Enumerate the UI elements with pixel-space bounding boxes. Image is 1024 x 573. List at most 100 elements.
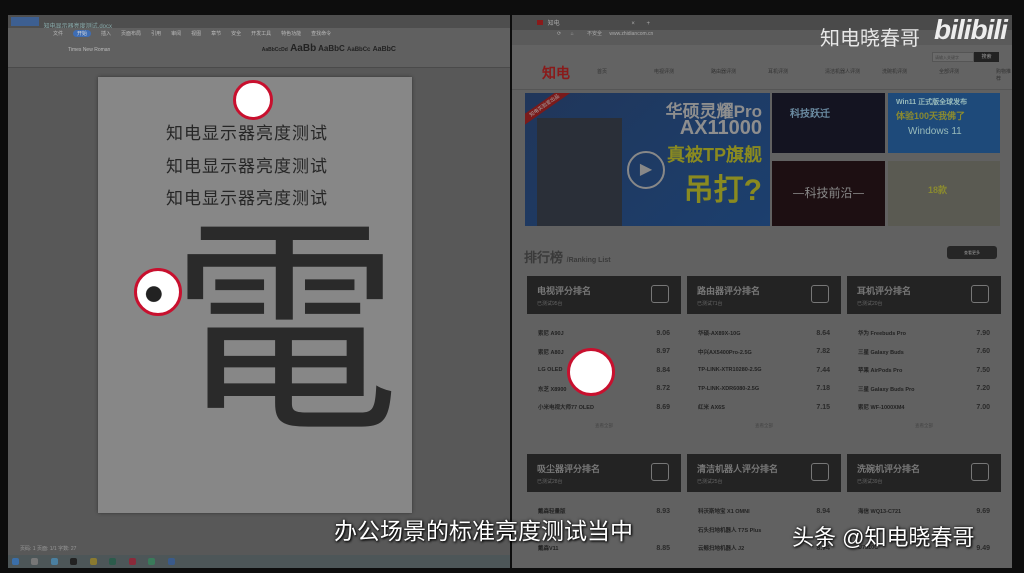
ranking-row[interactable]: 小米电视大师77 OLED 8.69 xyxy=(527,398,681,417)
ribbon-tab[interactable]: 插入 xyxy=(101,30,111,37)
site-logo[interactable]: 知电 xyxy=(542,63,570,83)
nav-link[interactable]: 洗碗机评测 xyxy=(882,68,907,75)
banner-products[interactable]: 18款 xyxy=(888,161,1000,226)
home-icon[interactable]: ⌂ xyxy=(571,31,574,37)
ranking-row[interactable]: 三星 Galaxy Buds Pro 7.20 xyxy=(847,380,1001,399)
ribbon-tab[interactable]: 查找命令 xyxy=(311,30,331,37)
nav-link[interactable]: 首页 xyxy=(597,68,607,75)
browser-tab[interactable]: 知电 xyxy=(548,21,560,27)
ranking-row[interactable]: 华为 Freebuds Pro 7.90 xyxy=(847,324,1001,343)
home-tab[interactable] xyxy=(11,17,39,26)
font-name-select[interactable]: Times New Roman xyxy=(68,47,110,53)
ribbon-tab[interactable]: 视图 xyxy=(191,30,201,37)
ranking-row[interactable]: 海信 WQ13-C721 9.69 xyxy=(847,502,1001,521)
nav-link[interactable]: 耳机评测 xyxy=(768,68,788,75)
edge-icon[interactable] xyxy=(50,558,58,565)
steam-icon[interactable] xyxy=(70,558,78,565)
search-icon[interactable] xyxy=(31,558,39,565)
click-marker xyxy=(567,348,615,396)
security-label[interactable]: 不安全 xyxy=(587,31,602,37)
product-score: 7.20 xyxy=(976,385,990,393)
card-header[interactable]: 吸尘器评分排名 已测试28台 xyxy=(527,454,681,492)
nav-link[interactable]: 路由器评测 xyxy=(711,68,736,75)
ribbon-tab[interactable]: 页面布局 xyxy=(121,30,141,37)
banner-tech-leap[interactable]: 科技跃迁 xyxy=(772,93,885,153)
start-icon[interactable] xyxy=(12,558,19,565)
nav-link[interactable]: 电视评测 xyxy=(654,68,674,75)
style-heading-2[interactable]: AaBbC xyxy=(318,44,345,53)
ranking-row[interactable]: 中兴AX5400Pro-2.5G 7.82 xyxy=(687,343,841,362)
product-score: 7.15 xyxy=(816,403,830,411)
product-name: 索尼 WF-1000XM4 xyxy=(858,405,905,412)
ranking-more-button[interactable]: 查看更多 xyxy=(947,246,997,259)
ranking-row[interactable]: 科沃斯地宝 X1 OMNI 8.94 xyxy=(687,502,841,521)
ranking-row[interactable]: 红米 AX6S 7.15 xyxy=(687,398,841,417)
product-score: 7.50 xyxy=(976,366,990,374)
ribbon-tab[interactable]: 引用 xyxy=(151,30,161,37)
product-score: 8.84 xyxy=(656,366,670,374)
banner-win11[interactable]: Win11 正式版全球发布 体验100天我佛了 Windows 11 xyxy=(888,93,1000,153)
app-icon[interactable] xyxy=(128,558,136,565)
product-name: TP-LINK-XTR10280-2.5G xyxy=(698,367,762,374)
ribbon-tab[interactable]: 开始 xyxy=(73,30,92,37)
nav-link[interactable]: 购物推荐 xyxy=(996,68,1012,82)
ranking-row[interactable]: 索尼 A90J 9.06 xyxy=(527,324,681,343)
view-all-link[interactable]: 查看全部 xyxy=(687,423,841,429)
ranking-title: 排行榜 xyxy=(524,250,564,265)
product-score: 7.60 xyxy=(976,348,990,356)
robot-vacuum-icon xyxy=(811,463,829,481)
url-text[interactable]: www.zhidiancom.cn xyxy=(609,31,653,37)
ranking-row[interactable]: 苹果 AirPods Pro 7.50 xyxy=(847,361,1001,380)
banner-tech-frontier[interactable]: —科技前沿— xyxy=(772,161,885,226)
product-name: 石头扫地机器人 T7S Plus xyxy=(698,527,762,534)
view-all-link[interactable]: 查看全部 xyxy=(847,423,1001,429)
featured-banner[interactable]: 知电实验室出品 华硕灵耀Pro AX11000 真被TP旗舰 吊打? ▶ xyxy=(525,93,770,226)
ribbon-tab[interactable]: 特色功能 xyxy=(281,30,301,37)
play-icon[interactable]: ▶ xyxy=(627,151,665,189)
reload-icon[interactable]: ⟳ xyxy=(557,31,561,37)
search-button[interactable]: 搜索 xyxy=(974,52,999,62)
ranking-row[interactable]: TP-LINK-XTR10280-2.5G 7.44 xyxy=(687,361,841,380)
style-heading-4[interactable]: AaBbC xyxy=(373,46,396,53)
ribbon-tab[interactable]: 安全 xyxy=(231,30,241,37)
product-name: TP-LINK-XDR6080-2.5G xyxy=(698,385,760,392)
card-header[interactable]: 清洁机器人评分排名 已测试25台 xyxy=(687,454,841,492)
search-input[interactable]: 请输入关键字 xyxy=(932,52,974,62)
banner-text: Win11 正式版全球发布 xyxy=(896,99,968,106)
style-heading-1[interactable]: AaBb xyxy=(290,43,316,54)
product-score: 7.18 xyxy=(816,385,830,393)
product-score: 7.82 xyxy=(816,348,830,356)
ranking-row[interactable]: 三星 Galaxy Buds 7.60 xyxy=(847,343,1001,362)
style-heading-3[interactable]: AaBbCc xyxy=(347,47,370,53)
style-gallery[interactable]: AaBbCcDd AaBb AaBbC AaBbCc AaBbC xyxy=(262,43,396,54)
ranking-row[interactable]: TP-LINK-XDR6080-2.5G 7.18 xyxy=(687,380,841,399)
nav-link[interactable]: 清洁机器人评测 xyxy=(825,68,860,75)
product-name: 苹果 AirPods Pro xyxy=(858,368,903,375)
router-icon xyxy=(811,285,829,303)
card-header[interactable]: 耳机评分排名 已测试20台 xyxy=(847,276,1001,314)
view-all-link[interactable]: 查看全部 xyxy=(527,423,681,429)
style-normal[interactable]: AaBbCcDd xyxy=(262,47,288,53)
word-icon[interactable] xyxy=(167,558,175,565)
nav-link[interactable]: 全部评测 xyxy=(939,68,959,75)
card-header[interactable]: 路由器评分排名 已测试71台 xyxy=(687,276,841,314)
ribbon-tab[interactable]: 章节 xyxy=(211,30,221,37)
close-tab-icon[interactable]: × xyxy=(631,21,635,27)
card-header[interactable]: 电视评分排名 已测试95台 xyxy=(527,276,681,314)
taskbar xyxy=(8,555,510,568)
ranking-row[interactable]: 华硕-AX89X-10G 8.64 xyxy=(687,324,841,343)
app-icon[interactable] xyxy=(109,558,117,565)
product-name: 华为 Freebuds Pro xyxy=(858,331,906,338)
video-credit: 头条 @知电晓春哥 xyxy=(792,525,975,550)
app-icon[interactable] xyxy=(148,558,156,565)
new-tab-icon[interactable]: + xyxy=(647,21,651,27)
ribbon-tab[interactable]: 文件 xyxy=(53,30,63,37)
favicon-icon xyxy=(537,20,543,25)
ranking-row[interactable]: 索尼 WF-1000XM4 7.00 xyxy=(847,398,1001,417)
ribbon-tab[interactable]: 开发工具 xyxy=(251,30,271,37)
ranking-card: 路由器评分排名 已测试71台华硕-AX89X-10G 8.64 中兴AX5400Pro… xyxy=(687,276,841,429)
folder-icon[interactable] xyxy=(89,558,97,565)
product-name: 云鲸扫地机器人 J2 xyxy=(698,546,745,553)
card-header[interactable]: 洗碗机评分排名 已测试39台 xyxy=(847,454,1001,492)
ribbon-tab[interactable]: 审阅 xyxy=(171,30,181,37)
